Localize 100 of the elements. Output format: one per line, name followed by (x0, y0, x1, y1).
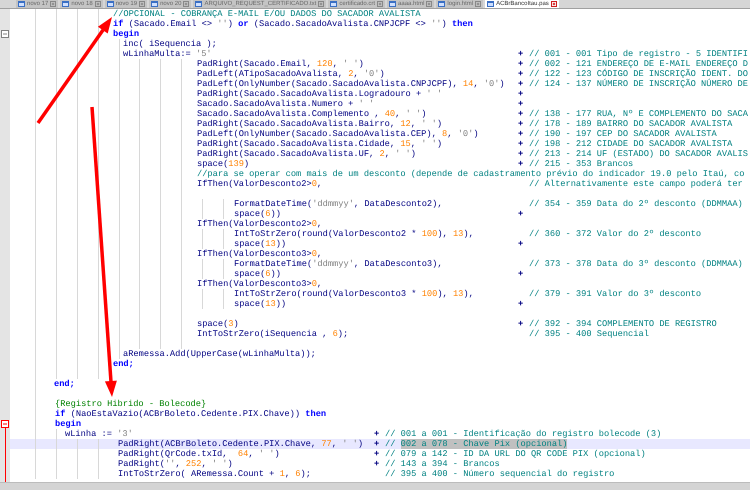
code-line: PadRight(Sacado.SacadoAvalista.UF, 2, ' ') (197, 149, 416, 159)
code-line: PadRight('', 252, ' ') (118, 459, 233, 469)
code-comment: // 122 - 123 CÓDIGO DE INSCRIÇÃO IDENT. DO (529, 69, 748, 79)
code-comment: // 079 a 142 - ID DA URL DO QR CODE PIX (opcional) (385, 449, 646, 459)
concat-operator: + (518, 239, 524, 249)
code-line: IntToStrZero(round(ValorDesconto2 * 100), 13), (234, 229, 474, 239)
code-line: space(13)) (234, 299, 286, 309)
code-line: space(139) (197, 159, 250, 169)
file-icon (389, 1, 396, 7)
code-line: PadRight(Sacado.SacadoAvalista.Cidade, 15, ' ') (197, 139, 442, 149)
file-icon (195, 1, 202, 7)
code-comment: // 395 a 400 - Número sequencial do registro (385, 469, 614, 479)
concat-operator: + (518, 99, 524, 109)
indent-guide (202, 229, 203, 249)
code-line: IntToStrZero(iSequencia , 6); (197, 329, 348, 339)
code-comment: // 124 - 137 NÚMERO DE INSCRIÇÃO NÚMERO DE (529, 79, 748, 89)
close-icon[interactable] (550, 1, 557, 7)
code-comment: // 213 - 214 UF (ESTADO) DO SACADOR AVALIS (529, 149, 748, 159)
code-line: space(6)) (234, 209, 281, 219)
indent-guide (56, 429, 57, 479)
concat-operator: + (374, 429, 380, 439)
code-line: IfThen(ValorDesconto2>0, (197, 179, 322, 189)
concat-operator: + (518, 69, 524, 79)
fold-collapse-icon[interactable] (1, 420, 9, 428)
concat-operator: + (518, 109, 524, 119)
indent-guide (223, 289, 224, 309)
code-line: PadRight(Sacado.Email, 120, ' ') (197, 59, 364, 69)
concat-operator: + (374, 459, 380, 469)
code-line: Sacado.SacadoAvalista.Numero + ' ' (197, 99, 374, 109)
concat-operator: + (518, 59, 524, 69)
code-line: wLinhaMulta:= '5' (123, 49, 212, 59)
code-line: Sacado.SacadoAvalista.Complemento , 40, ' ') (197, 109, 426, 119)
code-comment: // 190 - 197 CEP DO SACADOR AVALISTA (529, 129, 717, 139)
code-line: if (NaoEstaVazio(ACBrBoleto.Cedente.PIX.Chave)) then (55, 409, 326, 419)
code-line: begin (55, 419, 82, 429)
code-line: inc( iSequencia ); (123, 39, 217, 49)
concat-operator: + (518, 159, 524, 169)
code-comment: // Alternativamente este campo poderá ter (529, 179, 743, 189)
code-line: FormatDateTime('ddmmyy', DataDesconto2), (234, 199, 443, 209)
code-comment: // 001 - 001 Tipo de registro - 5 IDENTIFI (529, 49, 748, 59)
concat-operator: + (518, 89, 524, 99)
code-line: begin (113, 29, 140, 39)
code-line: space(13)) (234, 239, 286, 249)
code-line: PadLeft(OnlyNumber(Sacado.SacadoAvalista.CEP), 8, '0') (197, 129, 479, 139)
code-line: IntToStrZero(round(ValorDesconto3 * 100), 13), (234, 289, 474, 299)
code-comment: // 002 - 121 ENDEREÇO DE E-MAIL ENDEREÇO D (529, 59, 748, 69)
file-icon (487, 1, 494, 7)
code-line: if (Sacado.Email <> '') or (Sacado.SacadoAvalista.CNPJCPF <> '') then (113, 19, 473, 29)
code-line: space(6)) (234, 269, 281, 279)
code-line: end; (113, 359, 134, 369)
horizontal-scrollbar[interactable] (0, 482, 750, 490)
code-comment: // 198 - 212 CIDADE DO SACADOR AVALISTA (529, 139, 732, 149)
code-comment: // 001 a 001 - Identificação do registro bolecode (3) (385, 429, 662, 439)
code-line: //OPCIONAL - COBRANÇA E-MAIL E/OU DADOS DO SACADOR AVALISTA (113, 9, 421, 19)
code-comment: // 002 a 078 - Chave Pix (opcional) (385, 439, 568, 449)
concat-operator: + (518, 149, 524, 159)
concat-operator: + (518, 129, 524, 139)
indent-guide (223, 259, 224, 279)
code-line: aRemessa.Add(UpperCase(wLinhaMulta)); (123, 349, 316, 359)
file-icon (330, 1, 338, 7)
concat-operator: + (374, 439, 380, 449)
indent-guide (77, 439, 78, 479)
indent-guide (223, 229, 224, 249)
code-comment: // 373 - 378 Data do 3º desconto (DDMMAA) (529, 259, 743, 269)
code-line: PadRight(Sacado.SacadoAvalista.Bairro, 12, ' ') (197, 119, 442, 129)
indent-guide (223, 199, 224, 219)
fold-collapse-icon[interactable] (1, 30, 9, 38)
code-comment: // 143 a 394 - Brancos (385, 459, 500, 469)
code-line: IfThen(ValorDesconto3>0, (197, 279, 322, 289)
code-line: IfThen(ValorDesconto3>0, (197, 249, 322, 259)
code-comment: // 360 - 372 Valor do 2º desconto (529, 229, 702, 239)
code-line: FormatDateTime('ddmmyy', DataDesconto3), (234, 259, 443, 269)
code-line: IntToStrZero( ARemessa.Count + 1, 6); (118, 469, 311, 479)
concat-operator: + (518, 139, 524, 149)
concat-operator: + (518, 319, 524, 329)
code-line: wLinha := '3' (65, 429, 133, 439)
concat-operator: + (518, 49, 524, 59)
code-comment: // 354 - 359 Data do 2º desconto (DDMMAA) (529, 199, 743, 209)
code-comment: // 138 - 177 RUA, Nº E COMPLEMENTO DO SACA (529, 109, 748, 119)
concat-operator: + (374, 449, 380, 459)
code-line: end; (54, 379, 75, 389)
concat-operator: + (518, 269, 524, 279)
code-line: PadRight(ACBrBoleto.Cedente.PIX.Chave, 77, ' ') (118, 439, 364, 449)
code-line: PadLeft(OnlyNumber(Sacado.SacadoAvalista.CNPJCPF), 14, '0') (197, 79, 505, 89)
code-comment: // 395 - 400 Sequencial (529, 329, 649, 339)
indent-guide (98, 439, 99, 479)
code-comment: // 379 - 391 Valor do 3º desconto (529, 289, 702, 299)
file-icon (62, 1, 70, 7)
indent-guide (202, 259, 203, 279)
file-icon (438, 1, 446, 7)
concat-operator: + (518, 209, 524, 219)
code-line: {Registro Hibrido - Bolecode} (55, 399, 206, 409)
code-line: PadLeft(ATipoSacadoAvalista, 2, '0') (197, 69, 385, 79)
code-line: space(3) (197, 319, 239, 329)
code-line: PadRight(QrCode.txId, 64, ' ') (118, 449, 280, 459)
indent-guide (202, 199, 203, 219)
file-icon (151, 1, 158, 7)
code-comment: // 215 - 353 Brancos (529, 159, 634, 169)
indent-guide (202, 289, 203, 309)
code-line: //para se operar com mais de um desconto (depende de cadastramento prévio do indicador 19.0 pelo Itaú, co (197, 169, 744, 179)
